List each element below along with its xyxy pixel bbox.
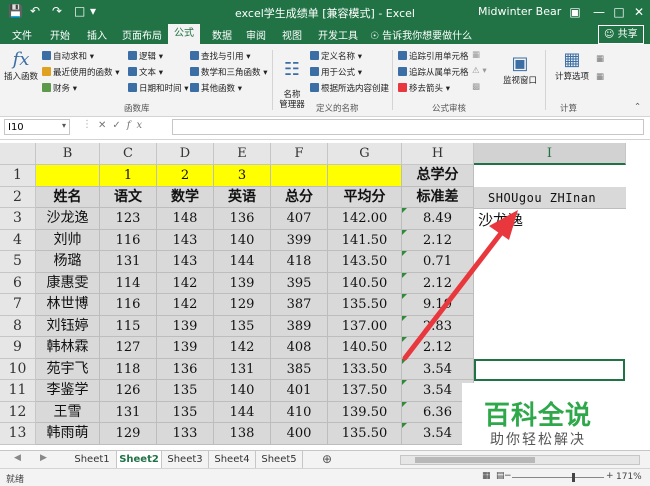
zoom-level[interactable]: 171%: [616, 472, 642, 482]
watermark-subtitle: 助你轻松解决: [490, 432, 586, 448]
zoom-out-icon[interactable]: −: [504, 471, 512, 481]
sheet-tab-4[interactable]: Sheet4: [209, 451, 256, 468]
sheet-tab-5[interactable]: Sheet5: [256, 451, 303, 468]
previous-sheet-icon[interactable]: ◀: [14, 453, 21, 463]
horizontal-scrollbar[interactable]: [400, 455, 640, 465]
arrow-head: [489, 210, 518, 240]
watermark: 百科全说 助你轻松解决: [462, 383, 626, 453]
scroll-thumb[interactable]: [415, 457, 535, 463]
status-bar: 就绪 ▦ ▤ − + 171%: [0, 468, 650, 486]
next-sheet-icon[interactable]: ▶: [40, 453, 47, 463]
normal-view-icon[interactable]: ▦: [482, 471, 491, 481]
sheet-tab-1[interactable]: Sheet1: [68, 451, 117, 468]
zoom-slider[interactable]: [512, 477, 604, 478]
add-sheet-icon[interactable]: ⊕: [322, 452, 332, 466]
zoom-slider-knob[interactable]: [572, 473, 575, 482]
sheet-tab-bar: ◀ ▶ Sheet1 Sheet2 Sheet3 Sheet4 Sheet5 ⊕: [0, 450, 650, 470]
status-ready: 就绪: [6, 475, 25, 485]
sheet-tab-3[interactable]: Sheet3: [162, 451, 209, 468]
arrow-shaft: [402, 225, 508, 361]
watermark-title: 百科全说: [484, 401, 593, 431]
zoom-in-icon[interactable]: +: [606, 471, 614, 481]
